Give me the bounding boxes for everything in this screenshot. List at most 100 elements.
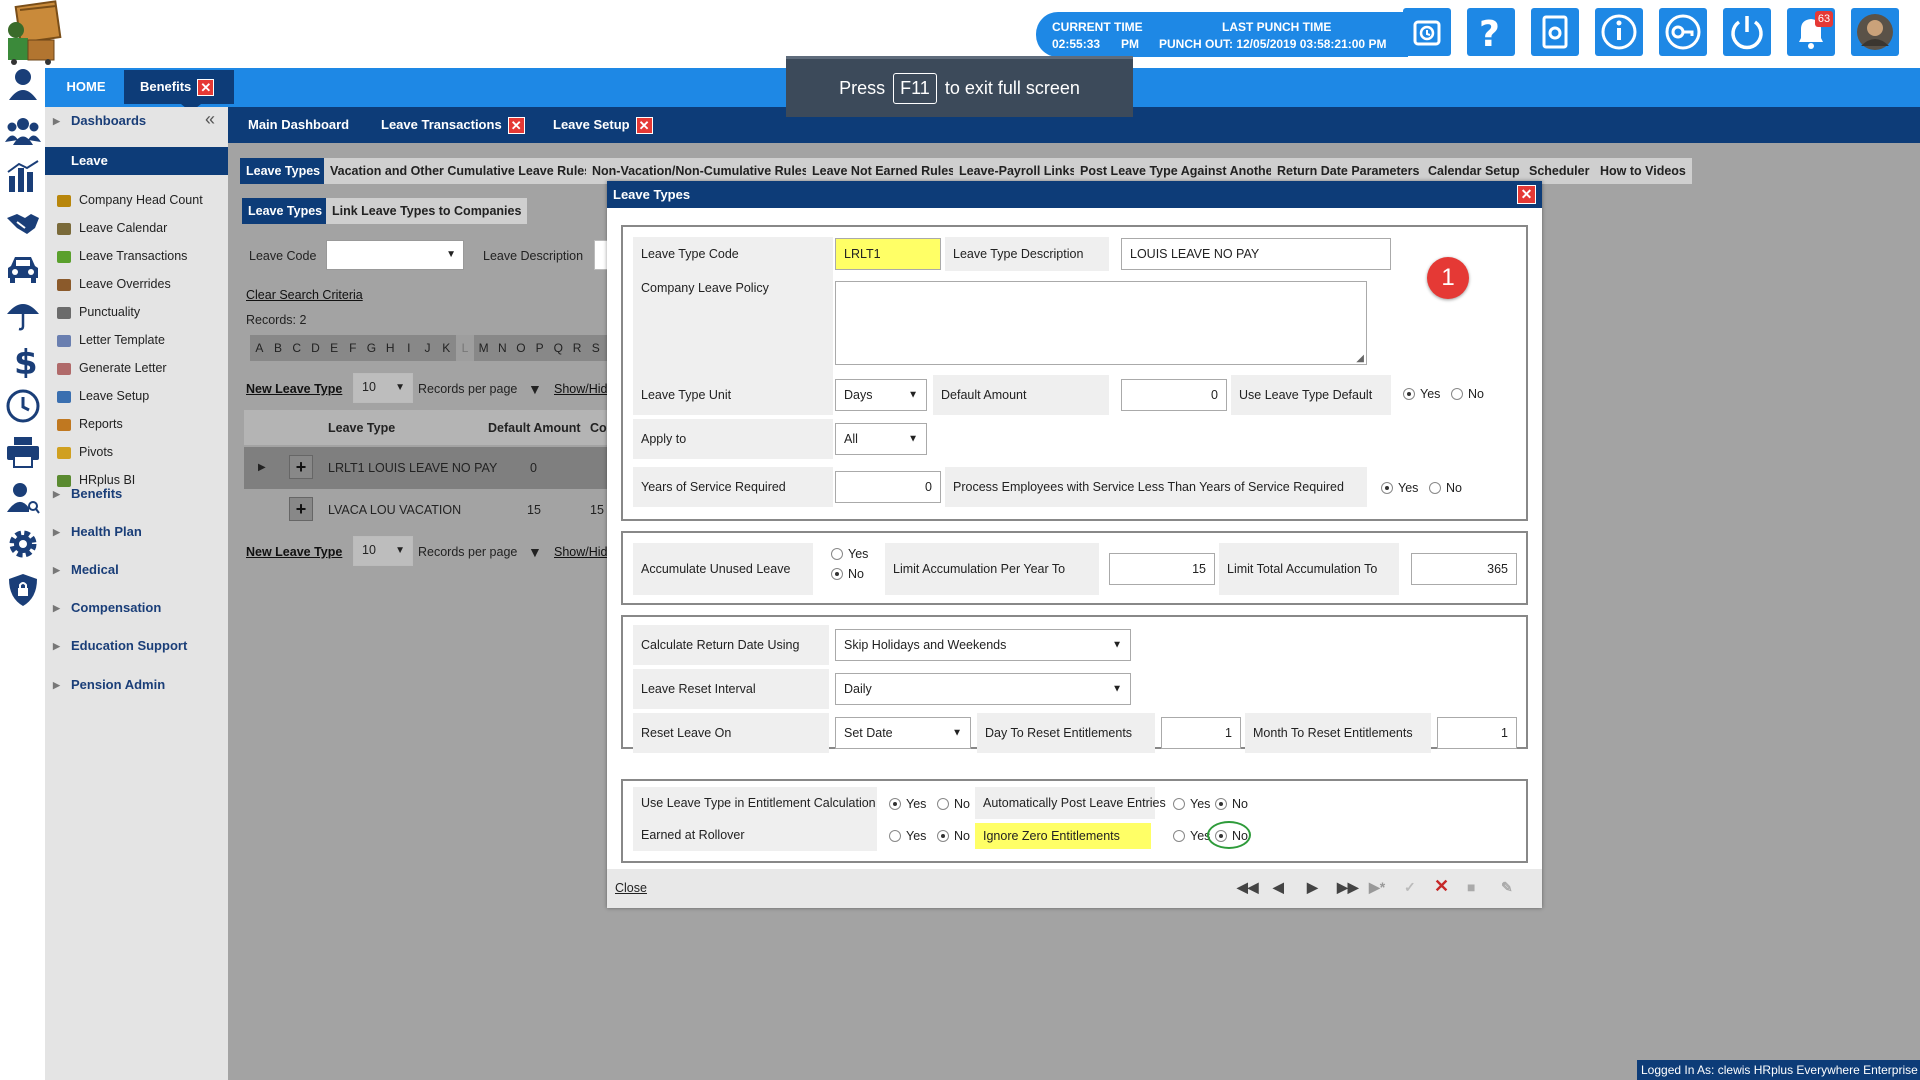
save-edit-icon[interactable]: ✎ (1501, 879, 1513, 896)
add-icon[interactable]: + (289, 455, 313, 479)
table-row[interactable]: + LVACA LOU VACATION 15 15 (244, 489, 612, 531)
next-record-icon[interactable]: ▶ (1307, 879, 1318, 896)
reset-leave-on-select[interactable]: Set Date ▼ (835, 717, 971, 749)
tab-how-to-videos[interactable]: How to Videos (1594, 158, 1692, 184)
leave-code-dropdown[interactable]: ▼ (326, 240, 464, 270)
close-link[interactable]: Close (615, 881, 647, 895)
sidebar-group-education-support[interactable]: ▶ Education Support (45, 632, 228, 660)
clock-icon[interactable] (5, 388, 41, 424)
close-icon[interactable]: ✕ (507, 117, 525, 135)
power-icon[interactable] (1723, 8, 1771, 56)
sidebar-item-leave[interactable]: Leave (45, 147, 228, 175)
sidebar-item-dashboards[interactable]: ▶ Dashboards (45, 107, 228, 135)
auto-post-no-radio[interactable]: No (1215, 797, 1248, 811)
sidebar-item-generate-letter[interactable]: Generate Letter (55, 353, 228, 383)
calc-return-date-select[interactable]: Skip Holidays and Weekends ▼ (835, 629, 1131, 661)
alphabet-letter[interactable]: I (400, 335, 419, 361)
dollar-icon[interactable]: $ (5, 342, 41, 378)
sidebar-group-benefits[interactable]: ▶ Benefits (45, 480, 228, 508)
new-leave-type-link[interactable]: New Leave Type (246, 382, 342, 396)
ignore-zero-yes-radio[interactable]: Yes (1173, 829, 1210, 843)
shield-lock-icon[interactable] (5, 572, 41, 608)
car-icon[interactable] (5, 250, 41, 286)
subnav-main-dashboard[interactable]: Main Dashboard (248, 107, 349, 143)
filter-icon[interactable]: ▼ (528, 544, 542, 560)
table-row[interactable]: ▶ + LRLT1 LOUIS LEAVE NO PAY 0 (244, 447, 612, 489)
sidebar-item-punctuality[interactable]: Punctuality (55, 297, 228, 327)
alphabet-letter[interactable]: B (269, 335, 288, 361)
default-amount-input[interactable]: 0 (1121, 379, 1227, 411)
records-per-page-select-bottom[interactable]: 10 ▼ (353, 536, 413, 566)
alphabet-letter[interactable]: D (306, 335, 325, 361)
alphabet-letter[interactable]: C (287, 335, 306, 361)
leave-description-input[interactable] (594, 240, 608, 270)
subnav-leave-transactions[interactable]: Leave Transactions ✕ (381, 107, 525, 143)
sidebar-item-company-head-count[interactable]: Company Head Count (55, 185, 228, 215)
person-icon[interactable] (5, 66, 41, 102)
alphabet-letter[interactable]: K (437, 335, 456, 361)
alphabet-letter[interactable]: P (530, 335, 549, 361)
confirm-icon[interactable]: ✓ (1404, 879, 1416, 896)
clear-search-link[interactable]: Clear Search Criteria (246, 288, 363, 302)
accumulate-yes-radio[interactable]: Yes (831, 547, 868, 561)
filter-icon[interactable]: ▼ (528, 381, 542, 397)
process-yes-radio[interactable]: Yes (1381, 481, 1418, 495)
alphabet-letter[interactable]: A (250, 335, 269, 361)
add-icon[interactable]: + (289, 497, 313, 521)
close-icon[interactable]: ✕ (197, 79, 215, 97)
sidebar-group-medical[interactable]: ▶ Medical (45, 556, 228, 584)
handshake-icon[interactable] (5, 204, 41, 240)
alphabet-letter[interactable]: N (493, 335, 512, 361)
alphabet-letter[interactable]: E (325, 335, 344, 361)
use-in-calc-no-radio[interactable]: No (937, 797, 970, 811)
umbrella-icon[interactable] (5, 296, 41, 332)
limit-total-input[interactable]: 365 (1411, 553, 1517, 585)
settings-clipboard-icon[interactable] (1531, 8, 1579, 56)
previous-record-icon[interactable]: ◀ (1273, 879, 1284, 896)
notification-bell-icon[interactable]: 63 (1787, 8, 1835, 56)
show-hide-link[interactable]: Show/Hid (554, 545, 608, 559)
key-refresh-icon[interactable] (1659, 8, 1707, 56)
alphabet-letter[interactable]: L (455, 335, 475, 361)
process-no-radio[interactable]: No (1429, 481, 1462, 495)
team-icon[interactable] (5, 112, 41, 148)
time-clock-icon[interactable] (1403, 8, 1451, 56)
sidebar-item-letter-template[interactable]: Letter Template (55, 325, 228, 355)
tab-leave-types[interactable]: Leave Types (240, 158, 327, 184)
alphabet-letter[interactable]: Q (549, 335, 568, 361)
auto-post-yes-radio[interactable]: Yes (1173, 797, 1210, 811)
sidebar-group-pension-admin[interactable]: ▶ Pension Admin (45, 671, 228, 699)
sidebar-item-leave-setup[interactable]: Leave Setup (55, 381, 228, 411)
last-record-icon[interactable]: ▶▶ (1337, 879, 1359, 896)
alphabet-letter[interactable]: J (418, 335, 437, 361)
company-policy-textarea[interactable]: ◢ (835, 281, 1367, 365)
use-in-calc-yes-radio[interactable]: Yes (889, 797, 926, 811)
earned-rollover-yes-radio[interactable]: Yes (889, 829, 926, 843)
years-service-input[interactable]: 0 (835, 471, 941, 503)
sidebar-item-leave-transactions[interactable]: Leave Transactions (55, 241, 228, 271)
save-icon[interactable]: ■ (1467, 879, 1475, 895)
alphabet-letter[interactable]: F (343, 335, 362, 361)
leave-type-code-input[interactable]: LRLT1 (835, 238, 941, 270)
subtab-link-leave-types-to-companies[interactable]: Link Leave Types to Companies (326, 198, 528, 224)
sidebar-item-leave-calendar[interactable]: Leave Calendar (55, 213, 228, 243)
printer-icon[interactable] (5, 434, 41, 470)
alphabet-letter[interactable]: G (362, 335, 381, 361)
alphabet-letter[interactable]: S (586, 335, 605, 361)
alphabet-letter[interactable]: O (512, 335, 531, 361)
close-icon[interactable]: ✕ (635, 117, 653, 135)
sidebar-item-pivots[interactable]: Pivots (55, 437, 228, 467)
bar-chart-icon[interactable] (5, 158, 41, 194)
month-reset-input[interactable]: 1 (1437, 717, 1517, 749)
use-default-no-radio[interactable]: No (1451, 387, 1484, 401)
apply-to-select[interactable]: All ▼ (835, 423, 927, 455)
subtab-leave-types[interactable]: Leave Types (242, 198, 329, 224)
tab-home[interactable]: HOME (48, 70, 124, 104)
earned-rollover-no-radio[interactable]: No (937, 829, 970, 843)
records-per-page-select[interactable]: 10 ▼ (353, 373, 413, 403)
alphabet-letter[interactable]: M (474, 335, 493, 361)
use-default-yes-radio[interactable]: Yes (1403, 387, 1440, 401)
first-record-icon[interactable]: ◀◀ (1237, 879, 1259, 896)
accumulate-no-radio[interactable]: No (831, 567, 864, 581)
alphabet-letter[interactable]: R (568, 335, 587, 361)
